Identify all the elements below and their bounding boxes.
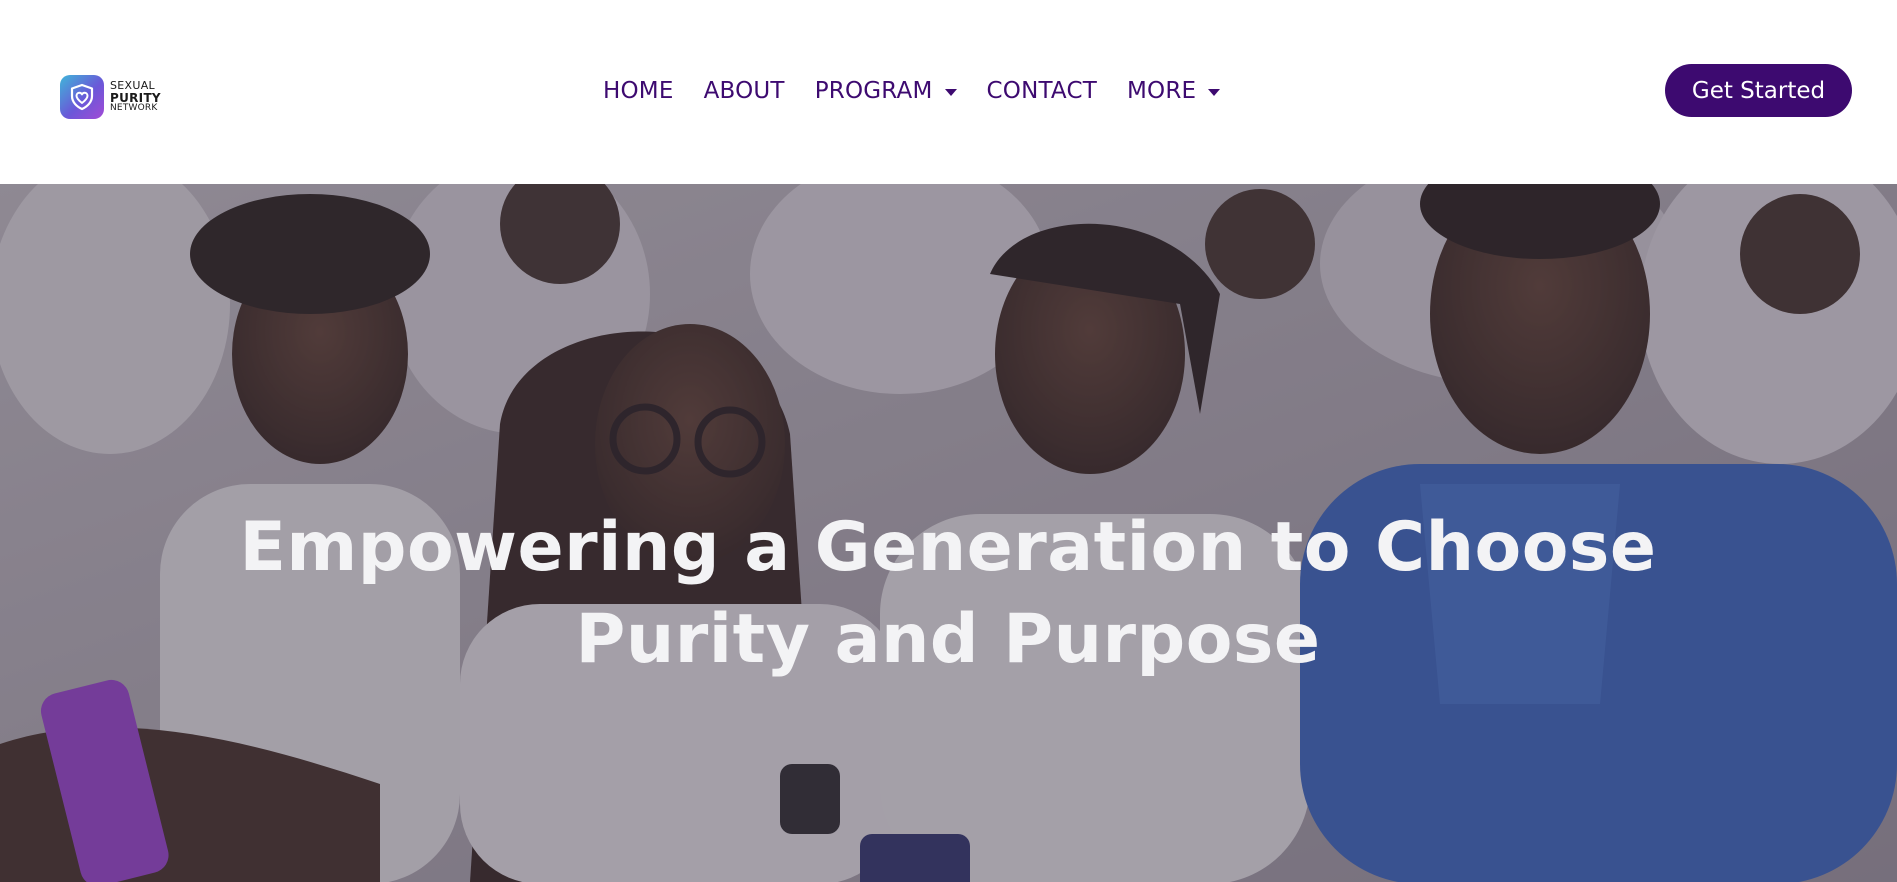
logo-wordmark: SEXUAL PURITY NETWORK	[110, 80, 161, 114]
nav-item-label: HOME	[603, 78, 674, 104]
site-logo[interactable]: SEXUAL PURITY NETWORK	[60, 74, 161, 120]
nav-item-label: MORE	[1126, 78, 1197, 104]
chevron-down-icon[interactable]	[1208, 89, 1221, 96]
nav-item-label: PROGRAM	[814, 78, 933, 104]
nav-item-program[interactable]: PROGRAM	[815, 78, 957, 104]
nav-item-label: CONTACT	[986, 78, 1097, 104]
heart-shield-icon	[60, 75, 104, 119]
nav-item-home[interactable]: HOME	[603, 78, 674, 104]
hero-section: Empowering a Generation to Choose Purity…	[0, 184, 1897, 882]
get-started-button[interactable]: Get Started	[1665, 64, 1852, 117]
site-header: SEXUAL PURITY NETWORK HOME ABOUT PROGRAM…	[0, 0, 1897, 184]
nav-item-label: ABOUT	[703, 78, 785, 104]
nav-item-about[interactable]: ABOUT	[704, 78, 785, 104]
nav-item-more[interactable]: MORE	[1126, 78, 1221, 104]
nav-item-contact[interactable]: CONTACT	[987, 78, 1097, 104]
logo-line-3: NETWORK	[110, 103, 158, 114]
chevron-down-icon[interactable]	[944, 89, 957, 96]
hero-title: Empowering a Generation to Choose Purity…	[239, 508, 1657, 679]
main-nav: HOME ABOUT PROGRAM CONTACT MORE	[603, 72, 1221, 110]
